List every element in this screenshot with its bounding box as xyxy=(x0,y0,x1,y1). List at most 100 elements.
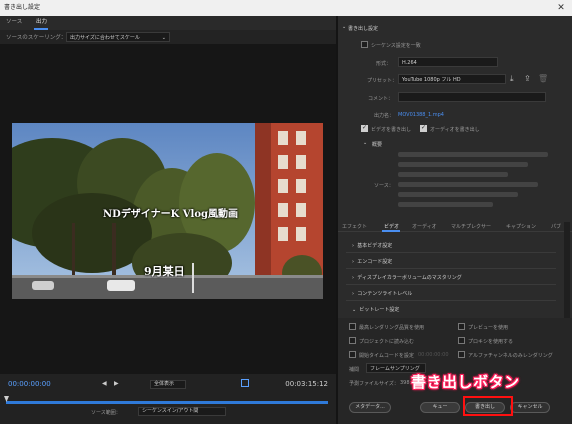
chevron-right-icon: › xyxy=(352,275,354,281)
section-display-color[interactable]: › ディスプレイカラーボリュームのマスタリング xyxy=(352,274,462,281)
tab-video[interactable]: ビデオ xyxy=(384,223,399,230)
match-sequence-label: シーケンス設定を一致 xyxy=(371,43,421,49)
preset-dropdown[interactable]: YouTube 1080p フル HD xyxy=(398,74,506,84)
summary-line xyxy=(398,182,538,187)
comment-input[interactable] xyxy=(398,92,546,102)
fit-dropdown[interactable]: 全体表示 xyxy=(150,380,186,389)
comment-label: コメント： xyxy=(368,96,394,102)
save-preset-icon[interactable]: ⤓ xyxy=(510,74,514,84)
format-label: 形式： xyxy=(376,61,392,67)
chevron-down-icon: ⌄ xyxy=(352,307,357,313)
step-back-icon[interactable]: ◀ xyxy=(102,380,107,387)
summary-line xyxy=(398,172,508,177)
section-label: ビットレート設定 xyxy=(359,307,400,313)
tab-publish[interactable]: パブ xyxy=(551,223,561,230)
timecode-out: 00:03:15:12 xyxy=(285,380,328,388)
export-audio-label: オーディオを書き出し xyxy=(430,127,480,133)
left-tabs: ソース 出力 xyxy=(0,16,336,30)
section-label: 基本ビデオ設定 xyxy=(357,243,393,249)
annotation-highlight-box xyxy=(463,396,513,416)
scrollbar[interactable] xyxy=(564,222,570,324)
cancel-button[interactable]: キャンセル xyxy=(510,402,550,413)
active-tab-indicator xyxy=(382,230,400,232)
scaling-dropdown[interactable]: 出力サイズに合わせてスケール ⌄ xyxy=(66,32,170,42)
tab-captions[interactable]: キャプション xyxy=(506,223,536,230)
source-range-dropdown[interactable]: シーケンスイン/アウト間 xyxy=(138,407,226,416)
section-basic-video[interactable]: › 基本ビデオ設定 xyxy=(352,242,392,249)
use-proxies-label: プロキシを使用する xyxy=(468,339,514,345)
import-preset-icon[interactable]: ⇪ xyxy=(524,74,531,83)
chevron-down-icon[interactable]: ⌄ xyxy=(363,140,367,146)
export-audio-checkbox[interactable] xyxy=(420,124,427,132)
use-previews-label: プレビューを使用 xyxy=(468,325,509,331)
interp-label: 補間 xyxy=(349,367,360,373)
timeline-panel: 00:00:00:00 ◀ ▶ 全体表示 00:03:15:12 ソース範囲： … xyxy=(0,374,336,424)
use-previews-checkbox[interactable] xyxy=(458,323,465,330)
format-value: H.264 xyxy=(402,60,417,66)
export-video-checkbox[interactable] xyxy=(361,124,368,132)
export-settings-header: 書き出し設定 xyxy=(348,26,379,32)
preset-value: YouTube 1080p フル HD xyxy=(402,77,461,83)
source-label: ソース： xyxy=(374,183,394,189)
summary-line xyxy=(398,192,518,197)
file-size-label: 予測ファイルサイズ： xyxy=(349,381,399,387)
source-range-value: シーケンスイン/アウト間 xyxy=(142,408,199,414)
section-bitrate[interactable]: ⌄ ビットレート設定 xyxy=(352,306,399,313)
safe-margin-icon[interactable] xyxy=(241,379,249,387)
divider xyxy=(346,252,556,253)
metadata-button[interactable]: メタデータ... xyxy=(349,402,391,413)
export-video-label: ビデオを書き出し xyxy=(371,127,412,133)
match-sequence-checkbox[interactable] xyxy=(361,41,368,48)
format-dropdown[interactable]: H.264 xyxy=(398,57,498,67)
fit-value: 全体表示 xyxy=(154,381,175,387)
section-label: ディスプレイカラーボリュームのマスタリング xyxy=(357,275,462,281)
output-name-label: 出力名： xyxy=(374,113,395,119)
chevron-down-icon: ⌄ xyxy=(161,35,166,41)
source-range-label: ソース範囲： xyxy=(91,410,121,416)
summary-line xyxy=(398,152,548,157)
tab-source[interactable]: ソース xyxy=(6,16,22,30)
max-quality-checkbox[interactable] xyxy=(349,323,356,330)
timecode-in[interactable]: 00:00:00:00 xyxy=(8,380,51,388)
alpha-only-label: アルファチャンネルのみレンダリング xyxy=(468,353,553,359)
settings-panel: 書き出し設定 ⌄ シーケンス設定を一致 形式： H.264 プリセット： You… xyxy=(338,16,572,424)
section-content-light[interactable]: › コンテンツライトレベル xyxy=(352,290,412,297)
summary-line xyxy=(398,202,493,207)
import-project-label: プロジェクトに読み込む xyxy=(359,339,415,345)
max-quality-label: 最高レンダリング品質を使用 xyxy=(359,325,425,331)
output-name-link[interactable]: MOV01388_1.mp4 xyxy=(398,112,444,118)
close-icon[interactable]: ✕ xyxy=(556,0,566,16)
timeline-scrubber[interactable] xyxy=(6,401,328,404)
video-frame: NDデザイナーK Vlog風動画 9月某日 xyxy=(12,123,323,299)
start-timecode-value: 00:00:00:00 xyxy=(418,352,449,358)
divider xyxy=(346,268,556,269)
summary-header: 概要 xyxy=(372,142,383,148)
chevron-down-icon[interactable]: ⌄ xyxy=(342,24,346,30)
alpha-only-checkbox[interactable] xyxy=(458,351,465,358)
import-project-checkbox[interactable] xyxy=(349,337,356,344)
settings-tabs: エフェクト ビデオ オーディオ マルチプレクサー キャプション パブ xyxy=(338,220,572,232)
use-proxies-checkbox[interactable] xyxy=(458,337,465,344)
start-timecode-checkbox[interactable] xyxy=(349,351,356,358)
annotation-callout: 書き出しボタン xyxy=(411,373,520,391)
tab-multiplexer[interactable]: マルチプレクサー xyxy=(451,223,491,230)
start-timecode-label: 開始タイムコードを設定 xyxy=(359,353,414,359)
delete-preset-icon[interactable]: 🗑 xyxy=(538,74,548,83)
divider xyxy=(346,300,556,301)
section-label: コンテンツライトレベル xyxy=(357,291,413,297)
scaling-label: ソースのスケーリング： xyxy=(6,35,67,41)
section-encode[interactable]: › エンコード設定 xyxy=(352,258,392,265)
chevron-right-icon: › xyxy=(352,291,354,297)
step-forward-icon[interactable]: ▶ xyxy=(114,380,119,387)
preset-label: プリセット： xyxy=(367,78,398,84)
queue-button[interactable]: キュー xyxy=(420,402,460,413)
section-label: エンコード設定 xyxy=(357,259,393,265)
tab-effects[interactable]: エフェクト xyxy=(342,223,367,230)
chevron-right-icon: › xyxy=(352,259,354,265)
tab-audio[interactable]: オーディオ xyxy=(412,223,437,230)
video-date-overlay: 9月某日 xyxy=(144,265,185,278)
scaling-bar: ソースのスケーリング： 出力サイズに合わせてスケール ⌄ xyxy=(0,30,336,44)
chevron-right-icon: › xyxy=(352,243,354,249)
window-title: 書き出し設定 xyxy=(0,0,572,16)
summary-line xyxy=(398,162,528,167)
